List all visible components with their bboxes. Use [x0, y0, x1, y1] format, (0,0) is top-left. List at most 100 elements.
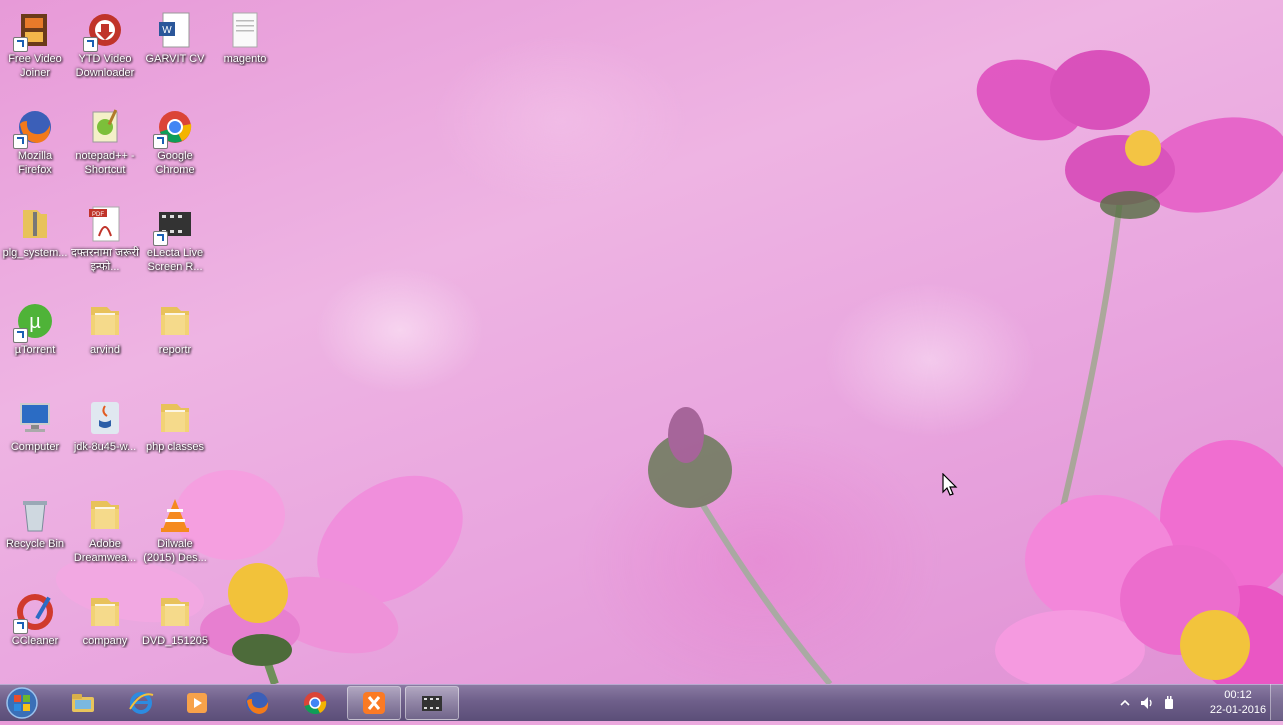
shortcut-arrow-icon	[83, 37, 98, 52]
desktop-icon-label: jdk-8u45-w...	[73, 441, 137, 453]
desktop-icon-label: Dilwale (2015) Des...	[143, 538, 207, 564]
word-document-icon: W	[155, 10, 195, 50]
desktop-icon-label: Google Chrome	[155, 150, 195, 176]
java-installer-icon	[85, 398, 125, 438]
desktop-icon-area: Free Video Joiner YTD Video Downloader W GA…	[0, 0, 280, 684]
windows-start-icon	[6, 687, 38, 719]
desktop-icon-recycle-bin[interactable]: Recycle Bin	[0, 485, 70, 551]
internet-explorer-icon	[129, 692, 154, 714]
ccleaner-icon	[13, 592, 55, 634]
notepad-plus-icon	[85, 107, 125, 147]
clock-time: 00:12	[1224, 689, 1252, 701]
computer-icon	[15, 398, 55, 438]
zip-folder-icon	[15, 204, 55, 244]
film-icon	[153, 204, 195, 246]
desktop-icon-label: Recycle Bin	[5, 538, 65, 550]
clock-date: 22-01-2016	[1209, 704, 1267, 716]
desktop-icon-label: YTD Video Downloader	[75, 53, 135, 79]
mouse-cursor-icon	[942, 473, 958, 496]
desktop-icon-plg-system[interactable]: plg_system...	[0, 194, 70, 260]
film-icon	[422, 696, 442, 711]
shortcut-arrow-icon	[13, 328, 28, 343]
desktop-icon-label: company	[82, 635, 128, 647]
desktop-icon-label: दफ्तरनामा जरूरी इन्फो...	[70, 247, 140, 273]
desktop-icon-label: µTorrent	[14, 344, 56, 356]
taskbar-screen-recorder[interactable]	[405, 686, 459, 720]
desktop-icon-ccleaner[interactable]: CCleaner	[0, 582, 70, 648]
taskbar-media-player[interactable]	[170, 686, 224, 720]
firefox-icon	[13, 107, 55, 149]
taskbar-xampp[interactable]	[347, 686, 401, 720]
wallpaper-bud	[648, 407, 833, 684]
chrome-icon	[304, 692, 327, 715]
recycle-bin-icon	[15, 495, 55, 535]
taskbar-file-explorer[interactable]	[56, 686, 110, 720]
folder-icon	[85, 301, 125, 341]
show-hidden-icons-icon[interactable]	[1117, 695, 1133, 711]
utorrent-icon: µ	[13, 301, 55, 343]
desktop-icon-electa-live-screen-r[interactable]: eLecta Live Screen R...	[140, 194, 210, 274]
desktop-icon-company[interactable]: company	[70, 582, 140, 648]
desktop-icon-label: DVD_151205	[141, 635, 209, 647]
desktop-icon-label: Adobe Dreamwea...	[73, 538, 137, 564]
desktop-icon-reportr[interactable]: reportr	[140, 291, 210, 357]
show-desktop-button[interactable]	[1270, 684, 1283, 720]
desktop-icon-free-video-joiner[interactable]: Free Video Joiner	[0, 0, 70, 80]
pdf-icon: PDF	[85, 204, 125, 244]
taskbar-firefox[interactable]	[230, 686, 284, 720]
taskbar-chrome[interactable]	[288, 686, 342, 720]
desktop-icon-notepad-shortcut[interactable]: notepad++ - Shortcut	[70, 97, 140, 177]
volume-icon[interactable]	[1139, 695, 1155, 711]
vlc-icon	[155, 495, 195, 535]
shortcut-arrow-icon	[13, 134, 28, 149]
desktop-icon-torrent[interactable]: µ µTorrent	[0, 291, 70, 357]
folder-icon	[155, 592, 195, 632]
desktop-icon-php-classes[interactable]: php classes	[140, 388, 210, 454]
desktop-icon-dvd-151205[interactable]: DVD_151205	[140, 582, 210, 648]
system-tray: 00:12 22-01-2016	[1113, 685, 1273, 721]
desktop-icon-label: magento	[223, 53, 267, 65]
shortcut-arrow-icon	[13, 619, 28, 634]
folder-icon	[85, 592, 125, 632]
folder-icon	[155, 398, 195, 438]
start-button[interactable]	[4, 686, 44, 720]
desktop-icon-label: GARVIT CV	[145, 53, 205, 65]
folder-icon	[155, 301, 195, 341]
svg-text:PDF: PDF	[92, 212, 104, 218]
desktop-icon-label: arvind	[90, 344, 120, 356]
shortcut-arrow-icon	[153, 231, 168, 246]
shortcut-arrow-icon	[153, 134, 168, 149]
desktop-icon-label: Computer	[10, 441, 60, 453]
taskbar: 00:12 22-01-2016	[0, 684, 1283, 721]
text-file-icon	[225, 10, 265, 50]
desktop-icon-label: reportr	[158, 344, 192, 356]
taskbar-internet-explorer[interactable]	[114, 686, 168, 720]
desktop-icon-label: notepad++ - Shortcut	[75, 150, 135, 176]
svg-text:µ: µ	[29, 311, 41, 333]
power-icon[interactable]	[1161, 695, 1177, 711]
desktop-icon-ytd-video-downloader[interactable]: YTD Video Downloader	[70, 0, 140, 80]
desktop-icon-label: php classes	[145, 441, 205, 453]
desktop-icon-adobe-dreamwea[interactable]: Adobe Dreamwea...	[70, 485, 140, 565]
xampp-icon	[363, 692, 385, 714]
desktop-icon-label: Mozilla Firefox	[17, 150, 53, 176]
svg-text:W: W	[162, 25, 172, 36]
desktop-icon-arvind[interactable]: arvind	[70, 291, 140, 357]
desktop-icon-label: plg_system...	[2, 247, 68, 259]
ytd-downloader-icon	[83, 10, 125, 52]
video-joiner-icon	[13, 10, 55, 52]
desktop-icon-magento[interactable]: magento	[210, 0, 280, 66]
folder-icon	[85, 495, 125, 535]
clock[interactable]: 00:12 22-01-2016	[1203, 688, 1273, 718]
desktop-icon-garvit-cv[interactable]: W GARVIT CV	[140, 0, 210, 66]
desktop-icon-google-chrome[interactable]: Google Chrome	[140, 97, 210, 177]
file-explorer-icon	[72, 694, 94, 712]
wallpaper-flower-right	[995, 440, 1283, 684]
desktop-icon-dilwale-2015-des[interactable]: Dilwale (2015) Des...	[140, 485, 210, 565]
desktop-icon-label: eLecta Live Screen R...	[146, 247, 204, 273]
desktop-icon-jdk-8u45-w[interactable]: jdk-8u45-w...	[70, 388, 140, 454]
desktop-icon-computer[interactable]: Computer	[0, 388, 70, 454]
desktop-icon-mozilla-firefox[interactable]: Mozilla Firefox	[0, 97, 70, 177]
desktop-icon-item-8[interactable]: PDF दफ्तरनामा जरूरी इन्फो...	[70, 194, 140, 274]
shortcut-arrow-icon	[13, 37, 28, 52]
